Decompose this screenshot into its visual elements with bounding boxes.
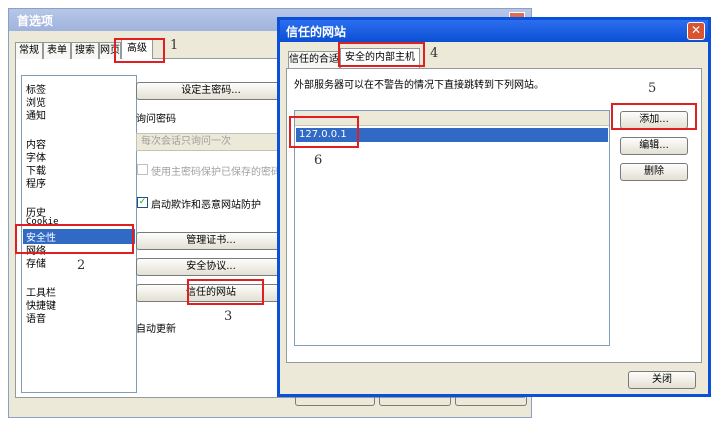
list-item[interactable]: 通知 (26, 107, 46, 122)
auto-update-label: 自动更新 (136, 324, 176, 335)
edit-button[interactable]: 编辑... (620, 137, 688, 155)
trusted-sites-title: 信任的网站 (286, 25, 347, 39)
fraud-protection-label: 启动欺诈和恶意网站防护 (151, 200, 261, 211)
delete-button[interactable]: 删除 (620, 163, 688, 181)
manage-certificates-button[interactable]: 管理证书... (136, 232, 286, 250)
tab-general[interactable]: 常规 (15, 42, 43, 59)
annotation-5: 5 (648, 81, 657, 96)
preferences-title: 首选项 (17, 14, 54, 28)
trusted-sites-dialog: 信任的网站 ✕ 信任的合适 安全的内部主机 外部服务器可以在不警告的情况下直接跳… (277, 17, 711, 397)
close-button[interactable]: 关闭 (628, 371, 696, 389)
trusted-sites-description: 外部服务器可以在不警告的情况下直接跳转到下列网站。 (294, 80, 544, 91)
highlight-trusted-sites-button (187, 279, 264, 305)
set-master-password-button[interactable]: 设定主密码... (136, 82, 286, 100)
highlight-secure-hosts-tab (338, 42, 425, 67)
ask-password-label: 询问密码 (136, 114, 176, 125)
ask-password-select[interactable]: 每次会话只询问一次 (136, 133, 286, 151)
annotation-2: 2 (77, 258, 86, 273)
highlight-security-item (15, 224, 134, 254)
tab-trusted-fit[interactable]: 信任的合适 (288, 51, 340, 68)
annotation-6: 6 (314, 153, 323, 168)
tab-search[interactable]: 搜索 (71, 42, 99, 59)
highlight-add-button (611, 103, 697, 130)
close-icon[interactable]: ✕ (687, 22, 705, 40)
security-protocols-button[interactable]: 安全协议... (136, 258, 286, 276)
list-item[interactable]: 程序 (26, 175, 46, 190)
list-item[interactable]: 语音 (26, 310, 46, 325)
highlight-advanced-tab (114, 38, 165, 63)
tab-forms[interactable]: 表单 (43, 42, 71, 59)
list-item[interactable]: 存储 (26, 255, 46, 270)
fraud-protection-checkbox[interactable]: ✓ (137, 197, 148, 208)
annotation-4: 4 (430, 46, 439, 61)
annotation-1: 1 (170, 38, 179, 53)
annotation-3: 3 (224, 309, 233, 324)
protect-saved-passwords-label: 使用主密码保护已保存的密码 (151, 167, 281, 178)
protect-saved-passwords-checkbox[interactable] (137, 164, 148, 175)
highlight-host-row (289, 116, 359, 148)
